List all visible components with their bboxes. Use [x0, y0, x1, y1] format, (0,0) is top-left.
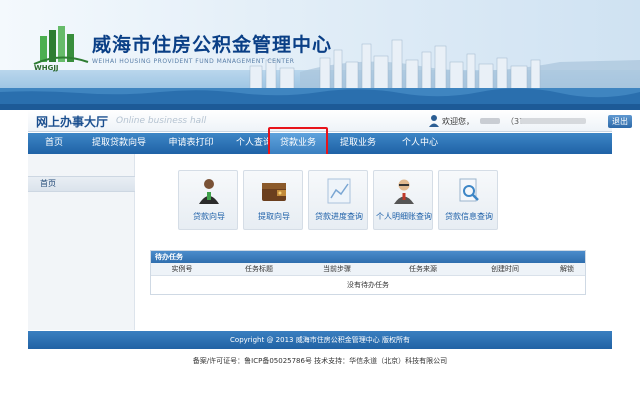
- logout-button[interactable]: 退出: [608, 115, 632, 128]
- main-content: 贷款向导 提取向导 贷款进度查询 个人明细账查询 贷款信息查询 待办任务 实例号…: [136, 154, 612, 330]
- withdraw-guide-button[interactable]: 提取向导: [243, 170, 303, 230]
- column-header: 解锁: [560, 265, 574, 273]
- loan-guide-button[interactable]: 贷款向导: [178, 170, 238, 230]
- loan-progress-label: 贷款进度查询: [315, 212, 363, 221]
- site-subtitle: WEIHAI HOUSING PROVIDENT FUND MANAGEMENT…: [92, 58, 295, 65]
- column-header: 实例号: [171, 265, 193, 273]
- person-glasses-icon: [394, 179, 414, 204]
- nav-item-personal-center[interactable]: 个人中心: [390, 133, 450, 154]
- nav-item-form-print[interactable]: 申请表打印: [158, 133, 224, 154]
- column-header: 当前步骤: [323, 265, 351, 273]
- tasks-empty-message: 没有待办任务: [347, 281, 389, 289]
- user-icon: [429, 115, 439, 127]
- column-header: 任务标题: [245, 265, 273, 273]
- person-icon: [199, 179, 219, 204]
- nav-item-withdraw-business[interactable]: 提取业务: [326, 133, 390, 154]
- hall-subtitle: Online business hall: [116, 116, 207, 126]
- chart-icon: [327, 178, 351, 204]
- hall-title: 网上办事大厅: [36, 115, 109, 129]
- column-header: 创建时间: [491, 265, 519, 273]
- withdraw-guide-label: 提取向导: [258, 212, 290, 221]
- footer-copyright: Copyright @ 2013 威海市住房公积金管理中心 版权所有: [28, 331, 612, 349]
- site-title: 威海市住房公积金管理中心: [92, 34, 333, 56]
- loan-info-button[interactable]: 贷款信息查询: [438, 170, 498, 230]
- personal-detail-button[interactable]: 个人明细账查询: [373, 170, 433, 230]
- loan-info-label: 贷款信息查询: [445, 212, 493, 221]
- welcome-text: 欢迎您，: [442, 117, 474, 126]
- tasks-header-row: 实例号 任务标题 当前步骤 任务来源 创建时间 解锁: [151, 263, 585, 276]
- masked-phone: [520, 118, 586, 124]
- tasks-title: 待办任务: [151, 251, 585, 263]
- nav-item-loan-guide[interactable]: 提取贷款向导: [80, 133, 158, 154]
- loan-guide-label: 贷款向导: [193, 212, 225, 221]
- header-banner: WHGJJ 威海市住房公积金管理中心 WEIHAI HOUSING PROVID…: [0, 0, 640, 110]
- loan-progress-button[interactable]: 贷款进度查询: [308, 170, 368, 230]
- document-search-icon: [459, 178, 479, 202]
- sidebar: 首页: [28, 154, 135, 330]
- wallet-icon: [262, 183, 286, 201]
- sidebar-item-home[interactable]: 首页: [28, 176, 135, 192]
- logo-text: WHGJJ: [34, 64, 59, 72]
- personal-detail-label: 个人明细账查询: [376, 212, 432, 221]
- footer-record: 备案/许可证号：鲁ICP备05025786号 技术支持：华信永道（北京）科技有限…: [192, 357, 448, 365]
- masked-username: [480, 118, 500, 124]
- pending-tasks-table: 待办任务 实例号 任务标题 当前步骤 任务来源 创建时间 解锁 没有待办任务: [150, 250, 586, 295]
- nav-item-home[interactable]: 首页: [28, 133, 80, 154]
- column-header: 任务来源: [409, 265, 437, 273]
